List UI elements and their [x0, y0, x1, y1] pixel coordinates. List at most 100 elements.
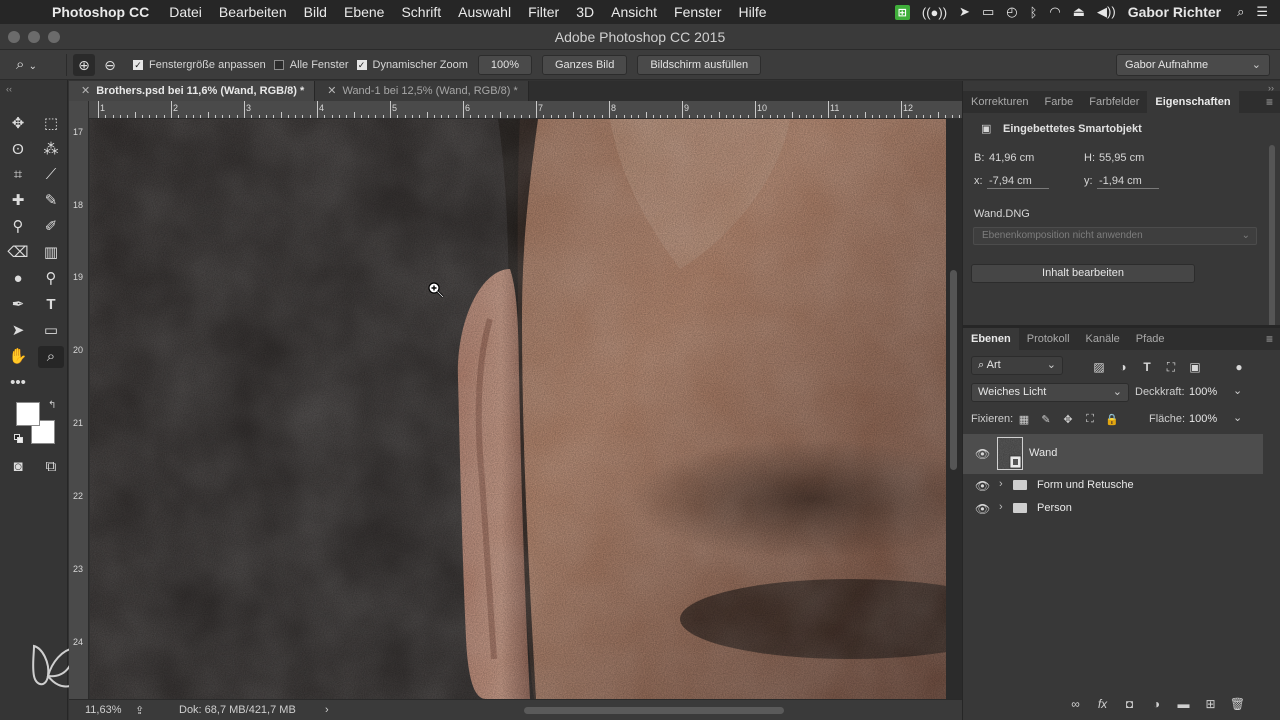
menu-bearbeiten[interactable]: Bearbeiten [219, 4, 287, 20]
display-icon[interactable]: ▭ [982, 4, 994, 20]
image-filter-icon[interactable]: ▨ [1091, 360, 1107, 376]
menu-bild[interactable]: Bild [304, 4, 327, 20]
tool-preset-picker[interactable]: ⌕ ⌄ [16, 56, 60, 73]
fit-window-checkbox[interactable]: ✓ Fenstergröße anpassen [133, 59, 266, 71]
layer-row-form-und-retusche[interactable]: 👁 › Form und Retusche [963, 474, 1263, 497]
zoom-100-button[interactable]: 100% [477, 54, 532, 75]
bluetooth-icon[interactable]: ᛒ [1030, 5, 1038, 20]
vertical-ruler[interactable]: 17 18 19 20 21 22 23 24 [69, 101, 89, 699]
tab-korrekturen[interactable]: Korrekturen [963, 91, 1036, 113]
lasso-tool-icon[interactable]: ʘ [5, 139, 31, 161]
history-brush-tool-icon[interactable]: ✐ [38, 216, 64, 238]
adjustment-filter-icon[interactable]: ◑ [1115, 360, 1131, 376]
lock-all-icon[interactable]: 🔒 [1105, 413, 1119, 427]
share-icon[interactable]: ⇪ [135, 704, 144, 717]
layer-name[interactable]: Person [1037, 502, 1072, 514]
fill-value[interactable]: 100% [1189, 413, 1217, 425]
menubar-user-name[interactable]: Gabor Richter [1128, 4, 1221, 20]
menu-auswahl[interactable]: Auswahl [458, 4, 511, 20]
move-tool-icon[interactable]: ✥ [5, 113, 31, 135]
eject-icon[interactable]: ⏏ [1073, 4, 1085, 20]
tab-kanaele[interactable]: Kanäle [1078, 328, 1128, 350]
tab-farbe[interactable]: Farbe [1036, 91, 1081, 113]
type-tool-icon[interactable]: T [38, 294, 64, 316]
link-layers-icon[interactable]: ∞ [1067, 697, 1084, 711]
layer-row-wand[interactable]: 👁 Wand [963, 434, 1263, 474]
layer-name[interactable]: Wand [1029, 447, 1057, 459]
tab-brothers-psd[interactable]: ✕ Brothers.psd bei 11,6% (Wand, RGB/8) * [69, 81, 316, 101]
wifi-icon[interactable]: ◠ [1049, 4, 1060, 20]
chevron-down-icon[interactable]: ⌄ [1233, 411, 1242, 424]
clone-stamp-tool-icon[interactable]: ⚲ [5, 216, 31, 238]
status-menu-arrow[interactable]: › [325, 704, 329, 716]
menu-fenster[interactable]: Fenster [674, 4, 721, 20]
lock-pixels-icon[interactable]: ✎ [1039, 413, 1053, 427]
lock-artboard-icon[interactable]: ⛶ [1083, 413, 1097, 427]
close-icon[interactable]: ✕ [81, 85, 90, 97]
layer-name[interactable]: Form und Retusche [1037, 479, 1134, 491]
eye-icon[interactable]: 👁 [975, 479, 990, 493]
lock-transparency-icon[interactable]: ▦ [1017, 413, 1031, 427]
time-machine-icon[interactable]: ◴ [1006, 4, 1017, 20]
edit-contents-button[interactable]: Inhalt bearbeiten [971, 264, 1195, 283]
type-filter-icon[interactable]: T [1139, 360, 1155, 376]
panel-menu-icon[interactable]: ≡ [1266, 95, 1273, 109]
screen-mode-icon[interactable]: ⧉ [38, 456, 64, 478]
wifi-hotspot-icon[interactable]: ((●)) [922, 5, 947, 20]
search-icon[interactable]: ⌕ [1237, 4, 1244, 20]
menu-datei[interactable]: Datei [169, 4, 202, 20]
menu-ansicht[interactable]: Ansicht [611, 4, 657, 20]
brush-tool-icon[interactable]: ✎ [38, 190, 64, 212]
x-value-field[interactable]: -7,94 cm [989, 175, 1032, 187]
menu-hilfe[interactable]: Hilfe [739, 4, 767, 20]
volume-icon[interactable]: ◀)) [1097, 4, 1116, 20]
all-windows-checkbox[interactable]: Alle Fenster [273, 59, 349, 71]
fx-icon[interactable]: fx [1094, 697, 1111, 711]
swap-colors-icon[interactable]: ↰ [48, 400, 56, 411]
chevron-right-icon[interactable]: › [999, 478, 1003, 490]
link-icon[interactable]: ➤ [959, 4, 970, 20]
fit-on-screen-button[interactable]: Ganzes Bild [542, 54, 628, 75]
zoom-out-button[interactable]: ⊖ [99, 54, 121, 76]
tab-farbfelder[interactable]: Farbfelder [1081, 91, 1147, 113]
close-icon[interactable]: ✕ [327, 85, 336, 97]
properties-scrollbar-thumb[interactable] [1269, 145, 1275, 341]
new-layer-icon[interactable]: ⊞ [1202, 697, 1219, 711]
zoom-in-button[interactable]: ⊕ [73, 53, 95, 76]
gradient-tool-icon[interactable]: ▥ [38, 242, 64, 264]
horizontal-ruler[interactable]: 1 2 3 4 5 6 7 8 9 10 11 12 [69, 101, 962, 119]
chevron-down-icon[interactable]: ⌄ [1233, 384, 1242, 397]
menu-ebene[interactable]: Ebene [344, 4, 384, 20]
eyedropper-tool-icon[interactable]: ⟋ [38, 164, 64, 186]
height-value[interactable]: 55,95 cm [1099, 152, 1144, 164]
filter-toggle-icon[interactable]: ● [1231, 360, 1247, 376]
tab-ebenen[interactable]: Ebenen [963, 328, 1019, 350]
quick-mask-icon[interactable]: ◙ [5, 456, 31, 478]
blur-tool-icon[interactable]: ● [5, 268, 31, 290]
tab-eigenschaften[interactable]: Eigenschaften [1147, 91, 1239, 113]
menu-app-photoshop[interactable]: Photoshop CC [52, 4, 149, 20]
shape-filter-icon[interactable]: ⛶ [1163, 360, 1179, 376]
quick-selection-tool-icon[interactable]: ⁂ [38, 139, 64, 161]
workspace-select[interactable]: Gabor Aufnahme ⌄ [1116, 54, 1270, 76]
lock-position-icon[interactable]: ✥ [1061, 413, 1075, 427]
menu-3d[interactable]: 3D [576, 4, 594, 20]
rectangle-tool-icon[interactable]: ▭ [38, 320, 64, 342]
horizontal-scrollbar-thumb[interactable] [524, 707, 784, 714]
layer-comp-select[interactable]: Ebenenkomposition nicht anwenden ⌄ [973, 227, 1257, 245]
opacity-value[interactable]: 100% [1189, 386, 1217, 398]
smart-object-filter-icon[interactable]: ▣ [1187, 360, 1203, 376]
path-selection-tool-icon[interactable]: ➤ [5, 320, 31, 342]
default-colors-icon[interactable] [14, 434, 24, 444]
layer-row-person[interactable]: 👁 › Person [963, 497, 1263, 520]
add-mask-icon[interactable]: ◘ [1121, 697, 1138, 711]
blend-mode-select[interactable]: Weiches Licht ⌄ [971, 383, 1129, 402]
tab-wand-1[interactable]: ✕ Wand-1 bei 12,5% (Wand, RGB/8) * [315, 81, 529, 101]
list-icon[interactable]: ☰ [1256, 4, 1268, 20]
document-canvas[interactable] [90, 119, 946, 699]
pen-tool-icon[interactable]: ✒ [5, 294, 31, 316]
tab-protokoll[interactable]: Protokoll [1019, 328, 1078, 350]
trash-icon[interactable]: 🗑 [1229, 697, 1246, 711]
crop-tool-icon[interactable]: ⌗ [5, 164, 31, 186]
eye-icon[interactable]: 👁 [975, 502, 990, 516]
